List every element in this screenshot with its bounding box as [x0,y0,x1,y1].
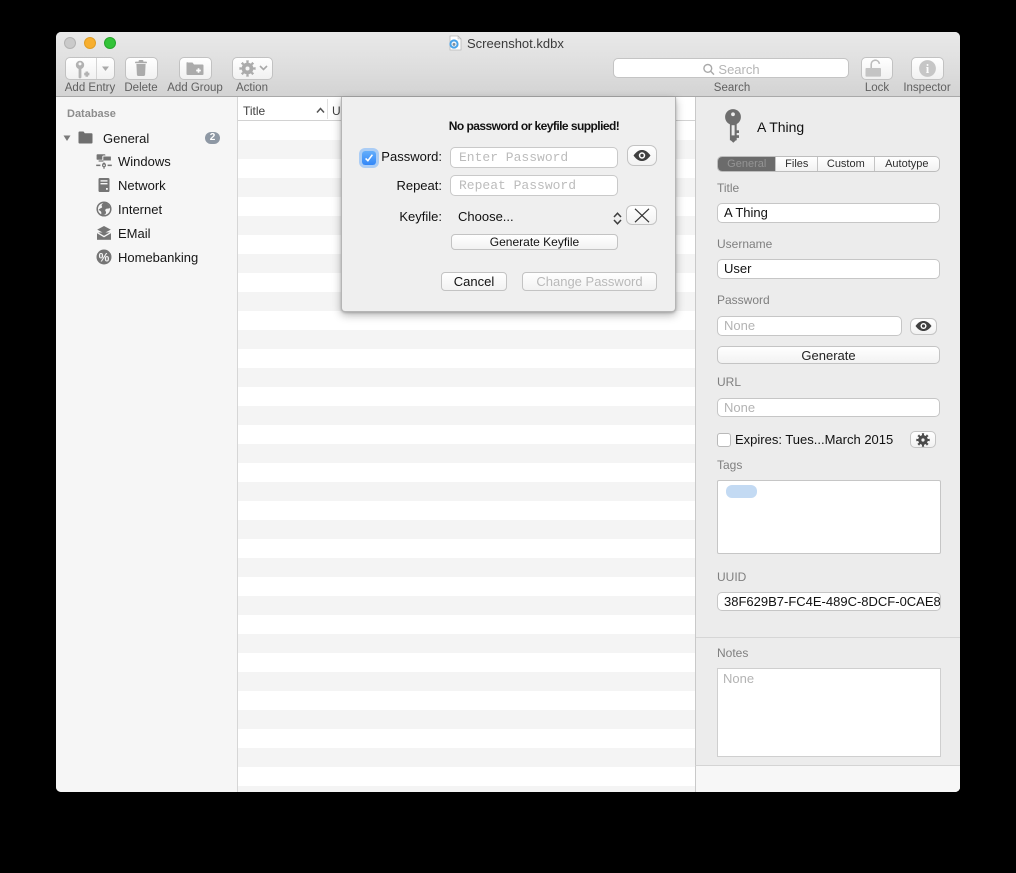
svg-text:i: i [926,62,930,76]
svg-text:%: % [99,250,110,264]
